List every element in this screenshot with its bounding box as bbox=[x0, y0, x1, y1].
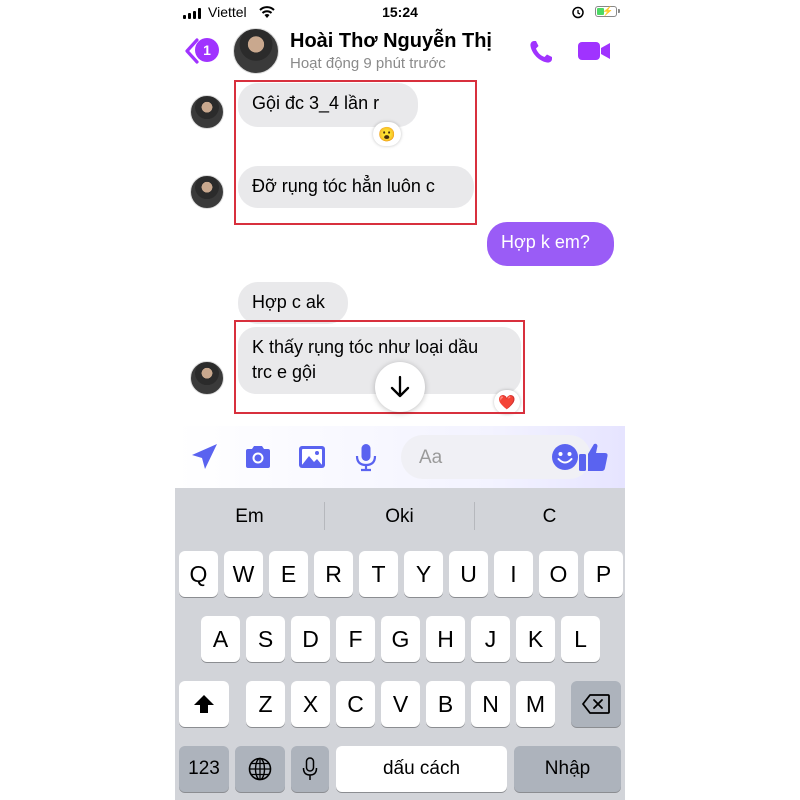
message-input[interactable] bbox=[417, 445, 531, 471]
dictation-key[interactable] bbox=[291, 746, 329, 792]
messenger-screen: Viettel 15:24 ⚡ 1 Hoài Thơ Nguyễn Thị Ho… bbox=[175, 0, 625, 800]
suggestion-bar: Em Oki C bbox=[175, 488, 625, 546]
send-arrow-icon[interactable] bbox=[189, 442, 219, 472]
numbers-key[interactable]: 123 bbox=[179, 746, 229, 792]
key-k[interactable]: K bbox=[516, 616, 555, 662]
status-bar: Viettel 15:24 ⚡ bbox=[175, 0, 625, 26]
key-p[interactable]: P bbox=[584, 551, 623, 597]
return-key[interactable]: Nhập bbox=[514, 746, 621, 792]
key-h[interactable]: H bbox=[426, 616, 465, 662]
image-icon[interactable] bbox=[297, 442, 327, 472]
alarm-icon bbox=[572, 6, 584, 19]
key-f[interactable]: F bbox=[336, 616, 375, 662]
key-u[interactable]: U bbox=[449, 551, 488, 597]
sender-avatar[interactable] bbox=[190, 361, 224, 395]
phone-icon[interactable] bbox=[527, 38, 555, 66]
message-composer bbox=[175, 426, 625, 488]
key-e[interactable]: E bbox=[269, 551, 308, 597]
key-a[interactable]: A bbox=[201, 616, 240, 662]
microphone-icon[interactable] bbox=[351, 442, 381, 472]
key-j[interactable]: J bbox=[471, 616, 510, 662]
shift-icon bbox=[194, 695, 214, 713]
conversation-header: 1 Hoài Thơ Nguyễn Thị Hoạt động 9 phút t… bbox=[175, 26, 625, 76]
sender-avatar[interactable] bbox=[190, 175, 224, 209]
key-d[interactable]: D bbox=[291, 616, 330, 662]
message-input-field[interactable] bbox=[401, 435, 591, 479]
message-bubble-outgoing[interactable]: Hợp k em? bbox=[487, 222, 614, 266]
key-w[interactable]: W bbox=[224, 551, 263, 597]
delete-key[interactable] bbox=[571, 681, 621, 727]
key-m[interactable]: M bbox=[516, 681, 555, 727]
arrow-down-icon bbox=[390, 375, 410, 398]
thumbs-up-icon[interactable] bbox=[577, 440, 611, 474]
shift-key[interactable] bbox=[179, 681, 229, 727]
sender-avatar[interactable] bbox=[190, 95, 224, 129]
contact-avatar[interactable] bbox=[233, 28, 279, 74]
key-z[interactable]: Z bbox=[246, 681, 285, 727]
globe-icon bbox=[248, 757, 272, 781]
suggestion-item[interactable]: Em bbox=[175, 488, 324, 546]
key-q[interactable]: Q bbox=[179, 551, 218, 597]
key-r[interactable]: R bbox=[314, 551, 353, 597]
contact-name[interactable]: Hoài Thơ Nguyễn Thị bbox=[290, 30, 492, 53]
key-i[interactable]: I bbox=[494, 551, 533, 597]
contact-status: Hoạt động 9 phút trước bbox=[290, 55, 446, 72]
globe-key[interactable] bbox=[235, 746, 285, 792]
message-bubble[interactable]: Hợp c ak bbox=[238, 282, 348, 324]
key-v[interactable]: V bbox=[381, 681, 420, 727]
battery-icon: ⚡ bbox=[595, 6, 620, 17]
video-call-icon[interactable] bbox=[577, 40, 611, 62]
camera-icon[interactable] bbox=[243, 442, 273, 472]
suggestion-item[interactable]: C bbox=[475, 488, 624, 546]
microphone-icon bbox=[302, 757, 318, 780]
key-o[interactable]: O bbox=[539, 551, 578, 597]
key-c[interactable]: C bbox=[336, 681, 375, 727]
scroll-to-bottom-button[interactable] bbox=[375, 362, 425, 412]
key-n[interactable]: N bbox=[471, 681, 510, 727]
highlight-box bbox=[234, 80, 477, 225]
space-key[interactable]: dấu cách bbox=[336, 746, 507, 792]
key-t[interactable]: T bbox=[359, 551, 398, 597]
onscreen-keyboard: Em Oki C Q W E R T Y U I O P A S D F G H… bbox=[175, 488, 625, 800]
message-text: Hợp k em? bbox=[501, 232, 590, 252]
key-l[interactable]: L bbox=[561, 616, 600, 662]
unread-badge: 1 bbox=[195, 38, 219, 62]
emoji-icon[interactable] bbox=[551, 443, 579, 471]
key-y[interactable]: Y bbox=[404, 551, 443, 597]
backspace-icon bbox=[582, 694, 610, 714]
key-g[interactable]: G bbox=[381, 616, 420, 662]
key-s[interactable]: S bbox=[246, 616, 285, 662]
message-text: Hợp c ak bbox=[252, 292, 325, 312]
key-x[interactable]: X bbox=[291, 681, 330, 727]
key-b[interactable]: B bbox=[426, 681, 465, 727]
clock: 15:24 bbox=[382, 4, 418, 20]
suggestion-item[interactable]: Oki bbox=[325, 488, 474, 546]
